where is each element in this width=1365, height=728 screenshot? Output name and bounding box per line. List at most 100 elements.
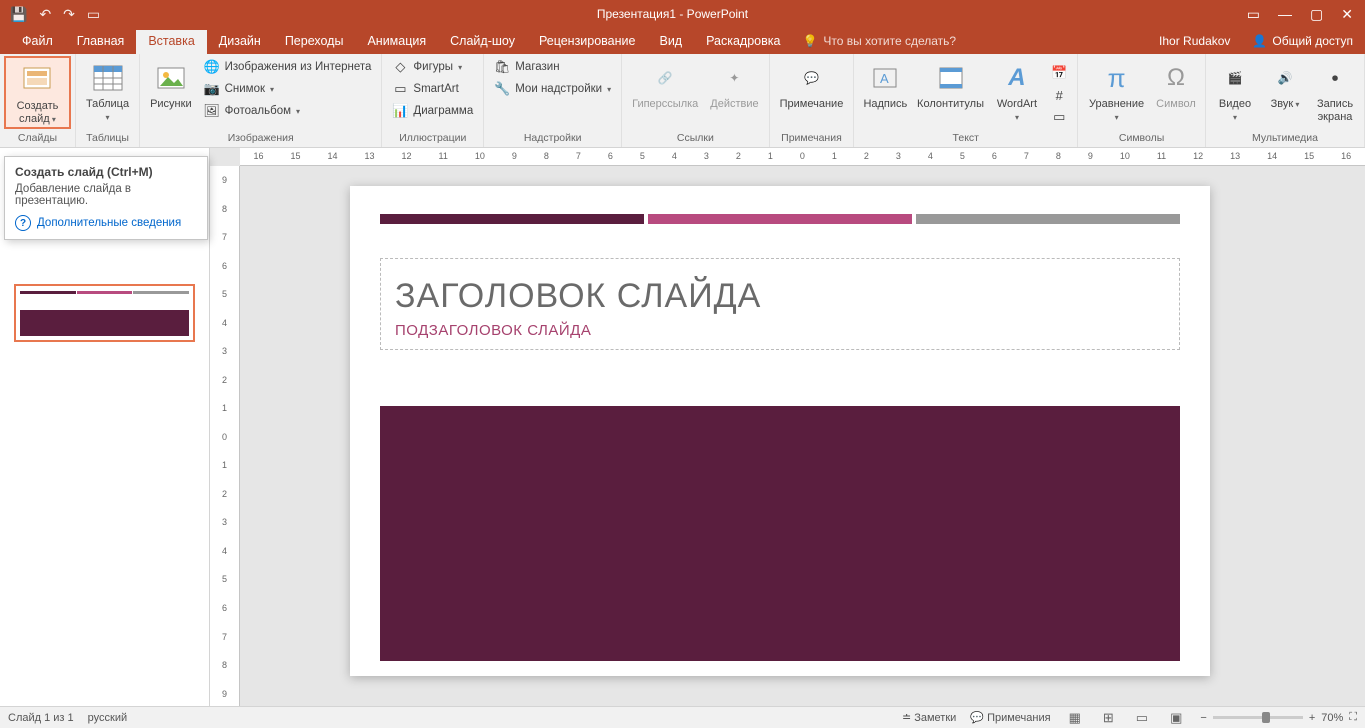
zoom-in-icon[interactable]: +: [1309, 712, 1315, 724]
tooltip-more-link[interactable]: Дополнительные сведения: [15, 215, 197, 231]
zoom-level[interactable]: 70%: [1321, 712, 1343, 724]
date-time-button[interactable]: 📅: [1045, 62, 1073, 84]
close-icon[interactable]: ✕: [1341, 6, 1353, 23]
user-name[interactable]: Ihor Rudakov: [1149, 34, 1240, 54]
screenshot-button[interactable]: 📷Снимок: [198, 78, 378, 100]
tab-review[interactable]: Рецензирование: [527, 30, 648, 54]
online-pictures-button[interactable]: 🌐Изображения из Интернета: [198, 56, 378, 78]
camera-icon: 📷: [204, 81, 220, 97]
chart-icon: 📊: [392, 103, 408, 119]
reading-view-icon[interactable]: ▭: [1132, 708, 1152, 728]
object-icon: ▭: [1051, 109, 1067, 125]
slide-indicator[interactable]: Слайд 1 из 1: [8, 712, 74, 724]
table-icon: [92, 62, 124, 94]
save-icon[interactable]: 💾: [10, 6, 27, 23]
slide-subtitle-text[interactable]: ПОДЗАГОЛОВОК СЛАЙДА: [395, 322, 1165, 339]
tab-insert[interactable]: Вставка: [136, 30, 206, 54]
symbol-icon: Ω: [1160, 62, 1192, 94]
fit-to-window-icon[interactable]: ⛶: [1349, 711, 1357, 724]
zoom-out-icon[interactable]: −: [1200, 712, 1206, 724]
smartart-button[interactable]: ▭SmartArt: [386, 78, 479, 100]
audio-button[interactable]: 🔊 Звук: [1260, 56, 1310, 113]
video-icon: 🎬: [1219, 62, 1251, 94]
photo-album-button[interactable]: 🖼Фотоальбом: [198, 100, 378, 122]
maximize-icon[interactable]: ▢: [1310, 6, 1323, 23]
comment-button[interactable]: 💬 Примечание: [774, 56, 850, 113]
comments-button[interactable]: 💬 Примечания: [970, 711, 1050, 724]
symbol-button[interactable]: Ω Символ: [1151, 56, 1201, 113]
smartart-icon: ▭: [392, 81, 408, 97]
undo-icon[interactable]: ↶: [39, 6, 51, 23]
header-footer-button[interactable]: Колонтитулы: [912, 56, 988, 113]
action-button[interactable]: ✦ Действие: [704, 56, 764, 113]
content-block: [380, 406, 1180, 661]
textbox-button[interactable]: A Надпись: [858, 56, 912, 113]
ribbon: Создать слайд Слайды Таблица Таблицы Рис…: [0, 54, 1365, 148]
language-indicator[interactable]: русский: [88, 712, 127, 724]
group-addins: 🛍Магазин 🔧Мои надстройки Надстройки: [484, 54, 622, 147]
slide-number-button[interactable]: #: [1045, 84, 1073, 106]
video-button[interactable]: 🎬 Видео: [1210, 56, 1260, 125]
group-text: A Надпись Колонтитулы A WordArt 📅 # ▭ Те…: [854, 54, 1078, 147]
group-illustrations: ◇Фигуры ▭SmartArt 📊Диаграмма Иллюстрации: [382, 54, 484, 147]
screenrec-icon: ⏺: [1319, 62, 1351, 94]
slide-canvas[interactable]: ЗАГОЛОВОК СЛАЙДА ПОДЗАГОЛОВОК СЛАЙДА: [350, 186, 1210, 676]
slideshow-view-icon[interactable]: ▣: [1166, 708, 1186, 728]
tab-transitions[interactable]: Переходы: [273, 30, 356, 54]
slide-edit-area: 1615141312111098765432101234567891011121…: [210, 148, 1365, 708]
object-button[interactable]: ▭: [1045, 106, 1073, 128]
store-icon: 🛍: [494, 59, 510, 75]
new-slide-icon: [21, 64, 53, 96]
tooltip-body: Добавление слайда в презентацию.: [15, 183, 197, 207]
tab-view[interactable]: Вид: [647, 30, 694, 54]
title-bar: 💾 ↶ ↷ ▭ Презентация1 - PowerPoint ▭ ― ▢ …: [0, 0, 1365, 28]
my-addins-button[interactable]: 🔧Мои надстройки: [488, 78, 617, 100]
tab-home[interactable]: Главная: [65, 30, 137, 54]
normal-view-icon[interactable]: ▦: [1065, 708, 1085, 728]
share-icon: 👤: [1252, 34, 1267, 48]
number-icon: #: [1051, 87, 1067, 103]
ribbon-options-icon[interactable]: ▭: [1247, 6, 1260, 23]
zoom-control[interactable]: − + 70% ⛶: [1200, 711, 1357, 724]
tab-storyboard[interactable]: Раскадровка: [694, 30, 792, 54]
chart-button[interactable]: 📊Диаграмма: [386, 100, 479, 122]
table-button[interactable]: Таблица: [80, 56, 135, 125]
hyperlink-button[interactable]: 🔗 Гиперссылка: [626, 56, 704, 113]
shapes-icon: ◇: [392, 59, 408, 75]
new-slide-tooltip: Создать слайд (Ctrl+M) Добавление слайда…: [4, 156, 208, 240]
textbox-icon: A: [869, 62, 901, 94]
svg-text:A: A: [880, 71, 889, 86]
action-icon: ✦: [718, 62, 750, 94]
pictures-button[interactable]: Рисунки: [144, 56, 198, 113]
zoom-slider[interactable]: [1213, 716, 1303, 719]
bulb-icon: 💡: [802, 34, 817, 48]
wordart-button[interactable]: A WordArt: [989, 56, 1046, 125]
tab-animations[interactable]: Анимация: [355, 30, 438, 54]
title-placeholder[interactable]: ЗАГОЛОВОК СЛАЙДА ПОДЗАГОЛОВОК СЛАЙДА: [380, 258, 1180, 350]
shapes-button[interactable]: ◇Фигуры: [386, 56, 479, 78]
tab-slideshow[interactable]: Слайд-шоу: [438, 30, 527, 54]
ribbon-tabs: Файл Главная Вставка Дизайн Переходы Ани…: [0, 28, 1365, 54]
horizontal-ruler[interactable]: 1615141312111098765432101234567891011121…: [240, 148, 1365, 166]
pictures-icon: [155, 62, 187, 94]
window-title: Презентация1 - PowerPoint: [110, 7, 1235, 21]
slide-thumbnail-1[interactable]: [14, 284, 195, 342]
tell-me[interactable]: 💡Что вы хотите сделать?: [792, 34, 966, 54]
vertical-ruler[interactable]: 9876543210123456789: [210, 166, 240, 708]
slide-title-text[interactable]: ЗАГОЛОВОК СЛАЙДА: [395, 277, 1165, 316]
addins-icon: 🔧: [494, 81, 510, 97]
tab-file[interactable]: Файл: [10, 30, 65, 54]
redo-icon[interactable]: ↷: [63, 6, 75, 23]
start-from-beginning-icon[interactable]: ▭: [87, 6, 100, 23]
equation-button[interactable]: π Уравнение: [1082, 56, 1151, 125]
sorter-view-icon[interactable]: ⊞: [1099, 708, 1118, 728]
new-slide-button[interactable]: Создать слайд: [4, 56, 71, 129]
minimize-icon[interactable]: ―: [1278, 6, 1292, 23]
store-button[interactable]: 🛍Магазин: [488, 56, 617, 78]
tab-design[interactable]: Дизайн: [207, 30, 273, 54]
share-button[interactable]: 👤Общий доступ: [1240, 34, 1365, 54]
screen-recording-button[interactable]: ⏺ Запись экрана: [1310, 56, 1360, 125]
notes-button[interactable]: ≐ Заметки: [902, 711, 956, 724]
group-comments: 💬 Примечание Примечания: [770, 54, 855, 147]
wordart-icon: A: [1001, 62, 1033, 94]
